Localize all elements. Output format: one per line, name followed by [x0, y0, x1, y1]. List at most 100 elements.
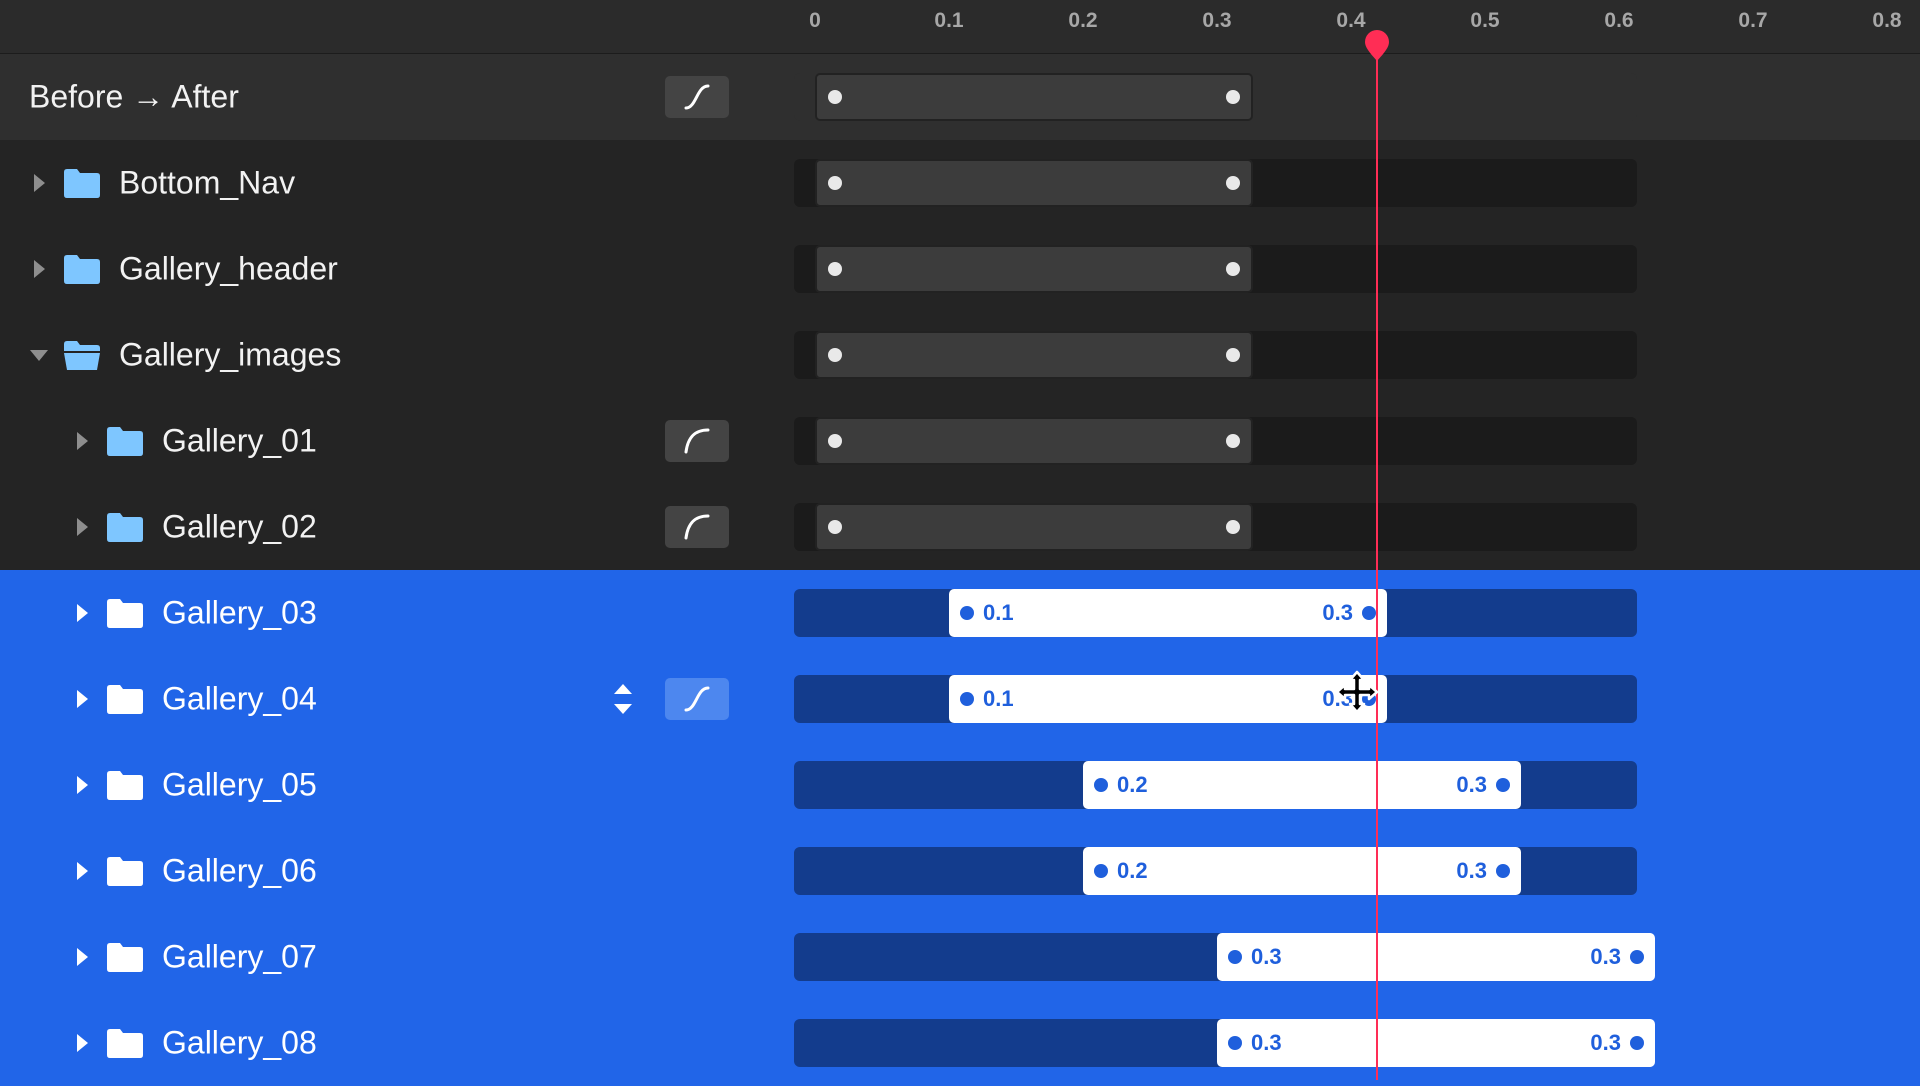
timeline-range-bar[interactable] [815, 503, 1253, 551]
timeline-range-bar[interactable] [815, 245, 1253, 293]
expand-caret-icon[interactable] [77, 948, 88, 966]
layer-row[interactable]: Bottom_Nav [0, 140, 1920, 226]
range-end-handle[interactable] [1226, 520, 1240, 534]
range-end-handle[interactable] [1226, 176, 1240, 190]
timeline-range-bar[interactable] [815, 73, 1253, 121]
expand-caret-icon[interactable] [34, 260, 45, 278]
timeline-track[interactable] [794, 331, 1637, 379]
range-end-handle[interactable] [1226, 348, 1240, 362]
duration-label: 0.3 [1590, 944, 1621, 969]
timeline-range-bar[interactable]: 0.2 0.3 [1083, 761, 1521, 809]
timeline-track[interactable] [794, 503, 1637, 551]
range-end-handle[interactable] [1496, 864, 1510, 878]
timeline-track[interactable]: 0.1 0.3 [794, 589, 1637, 637]
layer-name: Bottom_Nav [119, 164, 296, 201]
expand-caret-icon[interactable] [77, 518, 88, 536]
ruler-tick: 0.1 [934, 9, 964, 32]
range-start-handle[interactable] [1228, 950, 1242, 964]
range-start-handle[interactable] [828, 520, 842, 534]
timeline-range-bar[interactable] [815, 417, 1253, 465]
layer-row[interactable]: Gallery_images [0, 312, 1920, 398]
delay-label: 0.1 [983, 686, 1014, 711]
layer-row-selected[interactable]: Gallery_06 0.2 0.3 [0, 828, 1920, 914]
transition-label: Before → After [29, 78, 239, 115]
ruler-tick: 0.3 [1202, 9, 1232, 32]
ease-in-out-curve-icon [684, 686, 710, 712]
timeline-range-bar[interactable]: 0.3 0.3 [1217, 1019, 1655, 1067]
folder-icon [107, 598, 143, 628]
folder-icon [107, 512, 143, 542]
collapse-caret-icon[interactable] [30, 350, 48, 361]
expand-caret-icon[interactable] [77, 604, 88, 622]
layer-name: Gallery_06 [162, 852, 317, 889]
layer-row[interactable]: Gallery_01 [0, 398, 1920, 484]
range-start-handle[interactable] [960, 606, 974, 620]
ease-out-curve-icon [684, 428, 710, 454]
range-end-handle[interactable] [1226, 262, 1240, 276]
expand-caret-icon[interactable] [77, 690, 88, 708]
layer-row-selected[interactable]: Gallery_03 0.1 0.3 [0, 570, 1920, 656]
folder-icon [107, 684, 143, 714]
timeline-track[interactable] [794, 245, 1637, 293]
layer-row-selected[interactable]: Gallery_05 0.2 0.3 [0, 742, 1920, 828]
timeline-track[interactable]: 0.3 0.3 [794, 933, 1655, 981]
expand-caret-icon[interactable] [77, 862, 88, 880]
ruler-tick: 0.7 [1738, 9, 1768, 32]
timeline-track[interactable]: 0.2 0.3 [794, 847, 1637, 895]
timeline-range-bar[interactable]: 0.1 0.3 [949, 589, 1387, 637]
range-start-handle[interactable] [828, 262, 842, 276]
expand-caret-icon[interactable] [34, 174, 45, 192]
timeline-ruler[interactable]: 0 0.1 0.2 0.3 0.4 0.5 0.6 0.7 0.8 [0, 0, 1920, 54]
timeline-range-bar[interactable]: 0.1 0.3 [949, 675, 1387, 723]
timeline-track[interactable]: 0.2 0.3 [794, 761, 1637, 809]
range-end-handle[interactable] [1226, 90, 1240, 104]
range-start-handle[interactable] [1094, 864, 1108, 878]
delay-label: 0.3 [1251, 944, 1282, 969]
range-end-handle[interactable] [1362, 606, 1376, 620]
timeline-range-bar[interactable]: 0.2 0.3 [1083, 847, 1521, 895]
playhead-line[interactable] [1376, 40, 1378, 1080]
timeline-track[interactable] [794, 73, 1637, 121]
range-end-handle[interactable] [1226, 434, 1240, 448]
layer-name: Gallery_07 [162, 938, 317, 975]
layer-row-selected[interactable]: Gallery_04 0.1 0.3 [0, 656, 1920, 742]
range-end-handle[interactable] [1496, 778, 1510, 792]
folder-icon [64, 254, 100, 284]
layer-name: Gallery_header [119, 250, 338, 287]
easing-button[interactable] [665, 506, 729, 548]
folder-icon [107, 942, 143, 972]
timeline-track[interactable]: 0.3 0.3 [794, 1019, 1655, 1067]
layer-row-selected[interactable]: Gallery_08 0.3 0.3 [0, 1000, 1920, 1086]
layer-name: Gallery_04 [162, 680, 317, 717]
layer-row-selected[interactable]: Gallery_07 0.3 0.3 [0, 914, 1920, 1000]
expand-caret-icon[interactable] [77, 776, 88, 794]
playhead-handle-icon[interactable] [1364, 30, 1390, 67]
duration-label: 0.3 [1456, 858, 1487, 883]
reorder-handle-icon[interactable] [611, 682, 635, 716]
timeline-track[interactable] [794, 417, 1637, 465]
expand-caret-icon[interactable] [77, 432, 88, 450]
timeline-track[interactable] [794, 159, 1637, 207]
range-start-handle[interactable] [1228, 1036, 1242, 1050]
range-start-handle[interactable] [1094, 778, 1108, 792]
layer-row[interactable]: Gallery_header [0, 226, 1920, 312]
transition-row[interactable]: Before → After [0, 54, 1920, 140]
timeline-range-bar[interactable] [815, 331, 1253, 379]
duration-label: 0.3 [1590, 1030, 1621, 1055]
range-start-handle[interactable] [828, 434, 842, 448]
range-end-handle[interactable] [1630, 950, 1644, 964]
folder-icon [107, 1028, 143, 1058]
expand-caret-icon[interactable] [77, 1034, 88, 1052]
timeline-range-bar[interactable] [815, 159, 1253, 207]
range-start-handle[interactable] [828, 348, 842, 362]
range-start-handle[interactable] [960, 692, 974, 706]
easing-button[interactable] [665, 420, 729, 462]
range-end-handle[interactable] [1630, 1036, 1644, 1050]
timeline-range-bar[interactable]: 0.3 0.3 [1217, 933, 1655, 981]
layer-row[interactable]: Gallery_02 [0, 484, 1920, 570]
easing-button[interactable] [665, 76, 729, 118]
range-start-handle[interactable] [828, 176, 842, 190]
easing-button[interactable] [665, 678, 729, 720]
timeline-track[interactable]: 0.1 0.3 [794, 675, 1637, 723]
range-start-handle[interactable] [828, 90, 842, 104]
